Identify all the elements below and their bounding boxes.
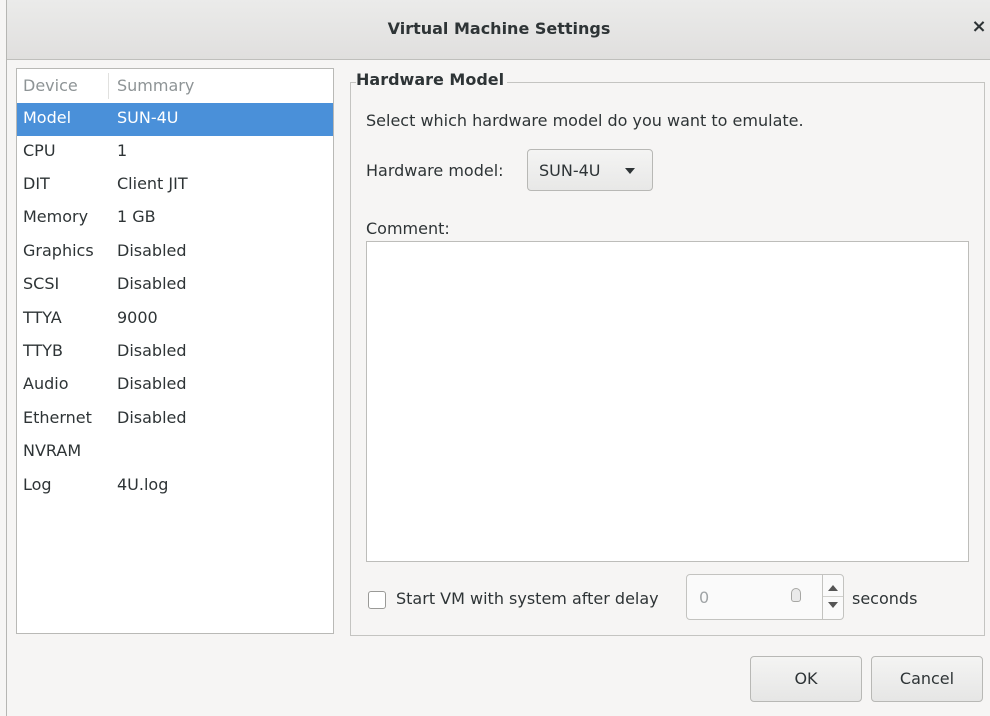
device-row-dit[interactable]: DIT Client JIT bbox=[17, 169, 333, 202]
ok-button[interactable]: OK bbox=[750, 656, 862, 702]
device-summary: Disabled bbox=[117, 408, 187, 427]
hardware-description: Select which hardware model do you want … bbox=[366, 111, 804, 130]
summary-column-header[interactable]: Summary bbox=[117, 76, 194, 95]
device-name: Model bbox=[23, 108, 72, 127]
device-name: Memory bbox=[23, 207, 89, 226]
bulb-icon bbox=[791, 588, 801, 602]
dialog-title: Virtual Machine Settings bbox=[387, 19, 611, 38]
device-summary: Disabled bbox=[117, 274, 187, 293]
start-with-system-checkbox[interactable] bbox=[368, 591, 386, 609]
device-summary: 1 bbox=[117, 141, 128, 160]
device-name: TTYA bbox=[23, 308, 62, 327]
device-name: CPU bbox=[23, 141, 56, 160]
device-summary: Client JIT bbox=[117, 174, 188, 193]
device-name: DIT bbox=[23, 174, 50, 193]
column-separator bbox=[108, 73, 109, 99]
dropdown-arrow-icon bbox=[625, 168, 635, 174]
device-summary: 1 GB bbox=[117, 207, 156, 226]
device-list[interactable]: Device Summary Model SUN-4U CPU 1 DIT Cl… bbox=[16, 68, 334, 634]
device-row-nvram[interactable]: NVRAM bbox=[17, 436, 333, 469]
device-name: NVRAM bbox=[23, 441, 82, 460]
delay-unit-label: seconds bbox=[852, 589, 918, 608]
comment-label: Comment: bbox=[366, 219, 450, 238]
title-bar: Virtual Machine Settings × bbox=[7, 0, 990, 60]
spin-buttons bbox=[822, 575, 843, 619]
device-summary: 9000 bbox=[117, 308, 158, 327]
device-row-audio[interactable]: Audio Disabled bbox=[17, 369, 333, 402]
hardware-model-dropdown[interactable]: SUN-4U bbox=[527, 149, 653, 191]
spin-divider bbox=[823, 596, 843, 597]
device-row-scsi[interactable]: SCSI Disabled bbox=[17, 269, 333, 302]
device-row-graphics[interactable]: Graphics Disabled bbox=[17, 236, 333, 269]
device-name: Log bbox=[23, 475, 52, 494]
device-summary: SUN-4U bbox=[117, 108, 179, 127]
start-with-system-label[interactable]: Start VM with system after delay bbox=[396, 589, 659, 608]
hardware-model-value: SUN-4U bbox=[539, 161, 601, 180]
device-row-log[interactable]: Log 4U.log bbox=[17, 470, 333, 503]
close-icon[interactable]: × bbox=[969, 16, 989, 40]
device-summary: 4U.log bbox=[117, 475, 169, 494]
device-name: TTYB bbox=[23, 341, 64, 360]
device-name: SCSI bbox=[23, 274, 60, 293]
hardware-model-frame-title: Hardware Model bbox=[356, 70, 508, 89]
hardware-model-label: Hardware model: bbox=[366, 161, 504, 180]
device-row-ttyb[interactable]: TTYB Disabled bbox=[17, 336, 333, 369]
device-row-model[interactable]: Model SUN-4U bbox=[17, 103, 333, 136]
device-name: Graphics bbox=[23, 241, 94, 260]
device-summary: Disabled bbox=[117, 374, 187, 393]
device-summary: Disabled bbox=[117, 241, 187, 260]
device-row-memory[interactable]: Memory 1 GB bbox=[17, 202, 333, 235]
device-row-ethernet[interactable]: Ethernet Disabled bbox=[17, 403, 333, 436]
device-name: Audio bbox=[23, 374, 69, 393]
device-row-ttya[interactable]: TTYA 9000 bbox=[17, 303, 333, 336]
device-row-cpu[interactable]: CPU 1 bbox=[17, 136, 333, 169]
comment-textarea[interactable] bbox=[366, 241, 969, 562]
device-summary: Disabled bbox=[117, 341, 187, 360]
delay-spinbutton[interactable]: 0 bbox=[686, 574, 844, 620]
decrement-arrow-icon[interactable] bbox=[828, 602, 838, 608]
cancel-button[interactable]: Cancel bbox=[871, 656, 983, 702]
increment-arrow-icon[interactable] bbox=[828, 585, 838, 591]
delay-value[interactable]: 0 bbox=[699, 588, 709, 607]
device-column-header[interactable]: Device bbox=[23, 76, 78, 95]
device-list-header: Device Summary bbox=[17, 69, 333, 103]
device-name: Ethernet bbox=[23, 408, 92, 427]
